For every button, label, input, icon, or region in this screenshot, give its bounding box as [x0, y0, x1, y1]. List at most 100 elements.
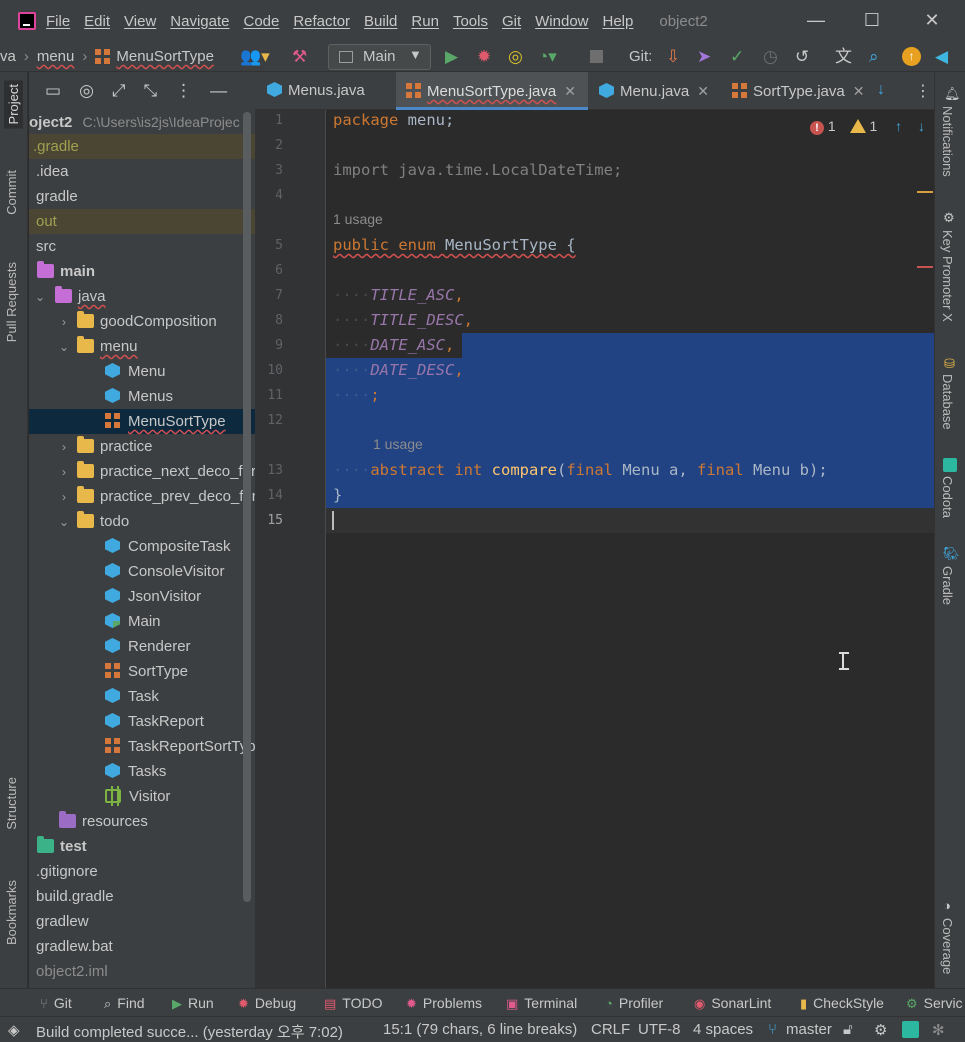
git-commit-icon[interactable]: ✓	[730, 48, 744, 66]
tab-sorttype-java[interactable]: SortType.java ✕	[732, 72, 864, 110]
next-highlight-icon[interactable]: ↓	[918, 118, 925, 134]
breadcrumb-file[interactable]: MenuSortType	[116, 48, 214, 65]
tree-item-build-gradle[interactable]: build.gradle	[29, 884, 255, 909]
menu-git[interactable]: Git	[502, 13, 521, 30]
tree-item-renderer[interactable]: Renderer	[29, 634, 255, 659]
tree-item-practice[interactable]: › practice	[29, 434, 255, 459]
project-scrollbar[interactable]	[243, 112, 251, 902]
status-message[interactable]: Build completed succe... (yesterday 오후 7…	[36, 1021, 343, 1042]
git-branch[interactable]: master	[786, 1021, 832, 1038]
tree-item-jsonvisitor[interactable]: JsonVisitor	[29, 584, 255, 609]
rollback-icon[interactable]: ↺	[795, 48, 809, 66]
close-icon[interactable]: ✕	[564, 83, 576, 99]
tree-item-gitignore[interactable]: .gitignore	[29, 859, 255, 884]
tree-item-main[interactable]: main	[29, 259, 255, 284]
run-icon[interactable]: ▶	[445, 48, 458, 66]
tree-item-practice-next[interactable]: › practice_next_deco_for	[29, 459, 255, 484]
usage-hint[interactable]: 1 usage	[333, 211, 383, 227]
chevron-down-icon[interactable]: ⌄	[57, 510, 71, 535]
checkstyle-tool-button[interactable]: ▮ CheckStyle	[800, 995, 884, 1012]
bookmarks-tool-tab[interactable]: Bookmarks	[4, 880, 19, 945]
tree-item-idea[interactable]: .idea	[29, 159, 255, 184]
tree-item-practice-prev[interactable]: › practice_prev_deco_for	[29, 484, 255, 509]
tree-item-menus-class[interactable]: Menus	[29, 384, 255, 409]
todo-tool-button[interactable]: ▤ TODO	[324, 995, 383, 1012]
debug-icon[interactable]: ✹	[477, 48, 491, 66]
tree-item-tasks[interactable]: Tasks	[29, 759, 255, 784]
menu-help[interactable]: Help	[603, 13, 634, 30]
tree-item-menusorttype[interactable]: MenuSortType	[29, 409, 255, 434]
line-separator[interactable]: CRLF	[591, 1021, 630, 1038]
commit-tool-tab[interactable]: Commit	[4, 170, 19, 215]
breadcrumb-src[interactable]: va	[0, 48, 16, 65]
menu-file[interactable]: File	[46, 13, 70, 30]
chevron-right-icon[interactable]: ›	[57, 435, 71, 460]
tree-item-visitor[interactable]: Visitor	[29, 784, 255, 809]
lock-icon[interactable]: 🔓︎	[843, 1021, 853, 1038]
build-hammer-icon[interactable]: ⚒	[292, 48, 307, 66]
previous-highlight-icon[interactable]: ↑	[895, 118, 902, 134]
caret-position[interactable]: 15:1 (79 chars, 6 line breaks)	[383, 1021, 577, 1038]
tree-item-resources[interactable]: resources	[29, 809, 255, 834]
run-tool-button[interactable]: ▶ Run	[172, 995, 214, 1012]
tabs-dropdown-icon[interactable]: ↓	[877, 81, 885, 99]
locate-icon[interactable]: ◎	[79, 81, 94, 101]
coverage-tool-tab[interactable]: Coverage	[940, 918, 955, 974]
layers-icon[interactable]: ◈	[8, 1021, 20, 1039]
find-tool-button[interactable]: ⌕ Find	[104, 995, 145, 1012]
file-encoding[interactable]: UTF-8	[638, 1021, 681, 1038]
services-tool-button[interactable]: ⚙ Servic	[906, 995, 963, 1012]
menu-edit[interactable]: Edit	[84, 13, 110, 30]
problems-tool-button[interactable]: ✹ Problems	[406, 995, 482, 1012]
chevron-right-icon[interactable]: ›	[57, 460, 71, 485]
hide-icon[interactable]: —	[210, 81, 227, 101]
settings-icon[interactable]: ⚙	[874, 1021, 887, 1039]
run-config-select[interactable]: Main ▼	[328, 44, 431, 70]
tree-item-menu-class[interactable]: Menu	[29, 359, 255, 384]
tree-item-taskreportsorttype[interactable]: TaskReportSortType	[29, 734, 255, 759]
tree-item-main-class[interactable]: Main	[29, 609, 255, 634]
inspector-icon[interactable]: ✻	[932, 1021, 945, 1039]
tree-item-taskreport[interactable]: TaskReport	[29, 709, 255, 734]
minimize-button[interactable]: —	[804, 8, 828, 32]
database-tool-tab[interactable]: Database	[940, 374, 955, 430]
chevron-right-icon[interactable]: ›	[57, 310, 71, 335]
tree-item-gradle[interactable]: gradle	[29, 184, 255, 209]
tree-item-out[interactable]: out	[29, 209, 255, 234]
codota-status-icon[interactable]	[902, 1021, 919, 1038]
menu-build[interactable]: Build	[364, 13, 397, 30]
usage-hint[interactable]: 1 usage	[373, 436, 423, 452]
tree-item-task[interactable]: Task	[29, 684, 255, 709]
git-tool-button[interactable]: ⑂ Git	[40, 995, 72, 1011]
tree-item-gradlew-bat[interactable]: gradlew.bat	[29, 934, 255, 959]
menu-tools[interactable]: Tools	[453, 13, 488, 30]
chevron-down-icon[interactable]: ⌄	[33, 285, 47, 310]
notifications-tool-tab[interactable]: Notifications	[940, 106, 955, 177]
menu-navigate[interactable]: Navigate	[170, 13, 229, 30]
error-stripe-mark[interactable]	[917, 266, 933, 268]
stop-icon[interactable]	[590, 50, 603, 63]
tree-item-menu[interactable]: ⌄ menu	[29, 334, 255, 359]
menu-run[interactable]: Run	[411, 13, 439, 30]
tree-item-gradlew[interactable]: gradlew	[29, 909, 255, 934]
tree-item-iml[interactable]: object2.iml	[29, 959, 255, 984]
collapse-all-icon[interactable]: ⤡	[144, 81, 158, 101]
key-promoter-tool-tab[interactable]: Key Promoter X	[940, 230, 955, 322]
maximize-button[interactable]: ☐	[860, 8, 884, 32]
tree-item-src[interactable]: src	[29, 234, 255, 259]
expand-all-icon[interactable]: ⤢	[112, 81, 126, 101]
search-icon[interactable]: ⌕	[869, 48, 879, 66]
menu-code[interactable]: Code	[243, 13, 279, 30]
close-window-button[interactable]: ✕	[920, 8, 944, 32]
tree-item-todo[interactable]: ⌄ todo	[29, 509, 255, 534]
history-icon[interactable]: ◷	[763, 48, 778, 66]
update-icon[interactable]: ↑	[902, 47, 921, 66]
codota-tool-tab[interactable]: Codota	[940, 476, 955, 518]
translate-icon[interactable]: 文	[835, 48, 852, 66]
gradle-tool-tab[interactable]: Gradle	[940, 566, 955, 605]
project-view-icon[interactable]: ▭	[45, 81, 61, 101]
tabs-options-icon[interactable]: ⋮	[915, 81, 931, 101]
tree-item-gradle-dir[interactable]: .gradle	[29, 134, 255, 159]
close-icon[interactable]: ✕	[853, 83, 865, 99]
menu-view[interactable]: View	[124, 13, 156, 30]
